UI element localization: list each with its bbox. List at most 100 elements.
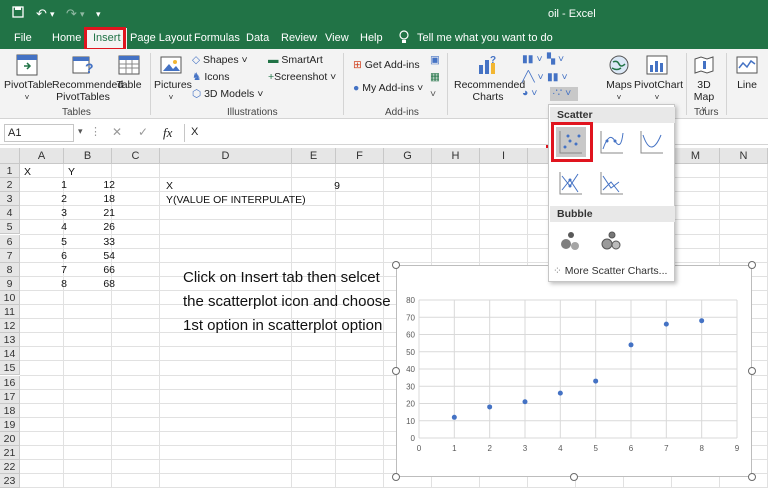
tab-page-layout[interactable]: Page Layout [130,32,192,44]
tab-file[interactable]: File [14,32,32,44]
column-header-h[interactable]: H [432,148,480,164]
pie-chart-icon[interactable]: ◕ ˅ [522,87,537,99]
cell-b9[interactable]: 68 [64,278,115,290]
cell-b6[interactable]: 33 [64,236,115,248]
row-header-23[interactable]: 23 [0,474,20,489]
cell-d3[interactable]: Y(VALUE OF INTERPULATE) [166,194,306,206]
name-box-dropdown-icon[interactable]: ▾ [78,126,83,137]
data-point[interactable] [487,404,493,410]
row-header-11[interactable]: 11 [0,305,20,320]
column-header-a[interactable]: A [20,148,64,164]
data-point[interactable] [699,318,705,324]
cell-a5[interactable]: 4 [20,221,67,233]
undo-dropdown-icon[interactable]: ▾ [50,9,55,20]
resize-handle[interactable] [570,473,578,481]
cell-a1[interactable]: X [24,166,31,178]
column-header-n[interactable]: N [720,148,768,164]
cell-b2[interactable]: 12 [64,179,115,191]
scatter-chart[interactable]: 0 10 20 30 40 50 60 70 80 0 1 2 3 4 5 6 7 8 9 [396,265,752,477]
statistic-chart-icon[interactable]: ▮▮ ˅ [547,71,568,83]
bing-icon[interactable]: ▣ [430,54,440,66]
smartart-button[interactable]: ▬ SmartArt [268,54,323,66]
line-sparkline-button[interactable]: Line [732,53,762,91]
3d-bubble-option[interactable] [597,226,627,256]
data-point[interactable] [663,321,669,327]
pivotchart-button[interactable]: PivotChart ˅ [634,53,683,104]
tell-me-search[interactable]: Tell me what you want to do [417,32,553,44]
scatter-straight-lines-option[interactable] [597,168,627,198]
column-header-d[interactable]: D [160,148,292,164]
addin-dropdown-icon[interactable]: ˅ [430,88,436,100]
cell-b7[interactable]: 54 [64,250,115,262]
row-header-17[interactable]: 17 [0,389,20,404]
scatter-option[interactable] [556,127,586,157]
row-header-8[interactable]: 8 [0,262,20,277]
column-header-m[interactable]: M [672,148,720,164]
enter-icon[interactable]: ✓ [138,125,148,139]
column-header-f[interactable]: F [336,148,384,164]
row-header-7[interactable]: 7 [0,248,20,263]
tab-home[interactable]: Home [52,32,81,44]
recommended-pivottables-button[interactable]: ? Recommended PivotTables [52,53,123,103]
scatter-smooth-markers-option[interactable] [597,127,627,157]
row-header-19[interactable]: 19 [0,417,20,432]
screenshot-button[interactable]: +Screenshot ˅ [268,71,336,83]
cell-e2[interactable]: 9 [296,180,340,192]
cell-d2[interactable]: X [166,180,173,192]
cell-b5[interactable]: 26 [64,221,115,233]
people-graph-icon[interactable]: ▦ [430,71,440,83]
hierarchy-chart-icon[interactable]: ▚ ˅ [547,53,564,65]
row-header-9[interactable]: 9 [0,276,20,291]
name-box[interactable]: A1 [4,124,74,142]
bubble-option[interactable] [556,226,586,256]
row-header-15[interactable]: 15 [0,361,20,376]
cell-a4[interactable]: 3 [20,207,67,219]
3d-models-button[interactable]: ⬡ 3D Models ˅ [192,88,263,100]
table-button[interactable]: Table [114,53,144,91]
row-header-12[interactable]: 12 [0,319,20,334]
cancel-icon[interactable]: ✕ [112,125,122,139]
tab-data[interactable]: Data [246,32,269,44]
scatter-straight-markers-option[interactable] [556,168,586,198]
scatter-smooth-lines-option[interactable] [637,127,667,157]
cell-b3[interactable]: 18 [64,193,115,205]
data-point[interactable] [451,414,457,420]
row-header-14[interactable]: 14 [0,347,20,362]
cell-a8[interactable]: 7 [20,264,67,276]
row-header-6[interactable]: 6 [0,234,20,249]
resize-handle[interactable] [392,473,400,481]
row-header-21[interactable]: 21 [0,446,20,461]
customize-toolbar-icon[interactable]: ▾ [96,9,101,20]
resize-handle[interactable] [748,473,756,481]
my-addins-button[interactable]: ● My Add-ins ˅ [353,82,423,94]
row-header-13[interactable]: 13 [0,333,20,348]
row-header-16[interactable]: 16 [0,375,20,390]
column-header-b[interactable]: B [64,148,112,164]
data-point[interactable] [522,399,528,405]
cell-a7[interactable]: 6 [20,250,67,262]
cell-a2[interactable]: 1 [20,179,67,191]
data-point[interactable] [628,342,634,348]
row-header-22[interactable]: 22 [0,460,20,475]
insert-function-icon[interactable]: fx [163,125,172,141]
row-header-5[interactable]: 5 [0,220,20,235]
resize-handle[interactable] [748,367,756,375]
column-header-i[interactable]: I [480,148,528,164]
column-chart-icon[interactable]: ▮▮ ˅ [522,53,543,65]
column-header-c[interactable]: C [112,148,160,164]
row-header-10[interactable]: 10 [0,290,20,305]
resize-handle[interactable] [392,261,400,269]
redo-dropdown-icon[interactable]: ▾ [80,9,85,20]
data-point[interactable] [593,378,599,384]
tab-view[interactable]: View [325,32,349,44]
cell-a6[interactable]: 5 [20,236,67,248]
row-header-20[interactable]: 20 [0,431,20,446]
icons-button[interactable]: ♞ Icons [192,71,229,83]
cell-b8[interactable]: 66 [64,264,115,276]
cell-a3[interactable]: 2 [20,193,67,205]
resize-handle[interactable] [392,367,400,375]
pivottable-button[interactable]: PivotTable ˅ [4,53,52,104]
formula-input[interactable]: X [184,124,768,142]
select-all-corner[interactable] [0,148,20,164]
undo-icon[interactable]: ↶ [36,6,47,22]
